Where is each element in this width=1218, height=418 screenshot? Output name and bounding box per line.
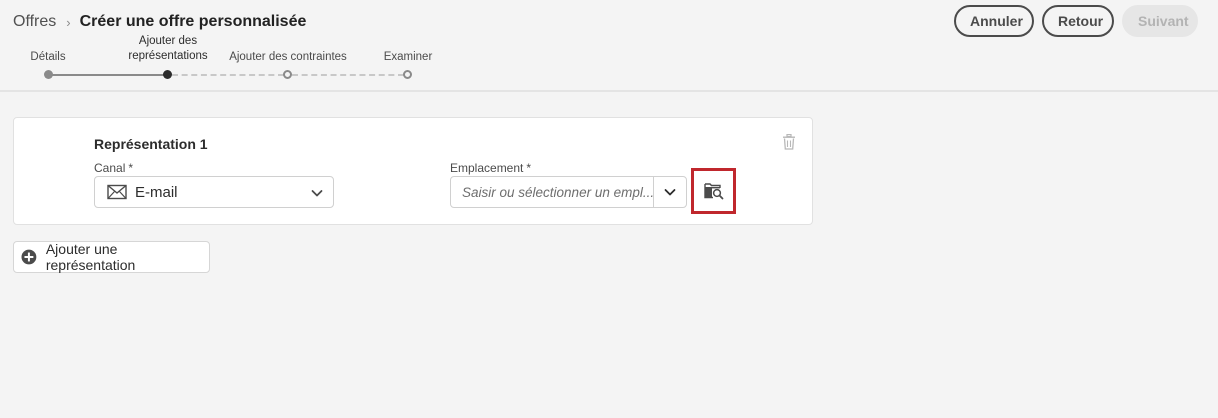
step-label-add-constraints: Ajouter des contraintes [229,51,347,63]
header-actions: Annuler Retour Suivant [954,5,1198,37]
representation-title: Représentation 1 [94,136,208,152]
trash-icon[interactable] [782,134,796,150]
step-connector-done [52,74,164,76]
back-button[interactable]: Retour [1042,5,1114,37]
channel-label: Canal * [94,161,134,175]
chevron-down-icon [311,190,323,197]
next-button[interactable]: Suivant [1122,5,1198,37]
folder-search-icon [703,183,723,200]
progress-stepper: Détails Ajouter des représentations Ajou… [0,34,460,84]
chevron-down-icon [664,189,676,196]
add-representation-label: Ajouter une représentation [45,241,136,273]
step-connector-todo [292,74,404,76]
step-connector-todo [172,74,284,76]
placement-input[interactable] [451,177,654,207]
placement-combobox [450,176,687,208]
channel-select[interactable]: E-mail [94,176,334,208]
browse-placements-button[interactable] [698,175,730,207]
highlight-box [691,168,736,214]
page-header: Offres › Créer une offre personnalisée A… [0,0,1218,92]
breadcrumb-separator: › [66,14,71,30]
step-dot-details[interactable] [44,70,53,79]
step-dot-review[interactable] [403,70,412,79]
channel-value: E-mail [135,183,178,201]
cancel-button[interactable]: Annuler [954,5,1034,37]
breadcrumb-root-link[interactable]: Offres [13,13,56,31]
add-circle-icon [21,249,37,265]
page-title: Créer une offre personnalisée [79,13,307,30]
placement-dropdown-button[interactable] [653,177,686,207]
mail-icon [107,184,127,200]
step-dot-add-constraints[interactable] [283,70,292,79]
placement-label: Emplacement * [450,161,532,175]
step-label-review: Examiner [383,51,433,63]
step-label-add-representations: Ajouter des représentations [128,35,208,62]
step-dot-add-representations[interactable] [163,70,172,79]
step-label-details: Détails [30,51,66,63]
add-representation-button[interactable]: Ajouter une représentation [13,241,210,273]
representation-card: Représentation 1 Canal * E-mail Emplaceme… [13,117,813,225]
breadcrumb: Offres › Créer une offre personnalisée [13,12,306,32]
